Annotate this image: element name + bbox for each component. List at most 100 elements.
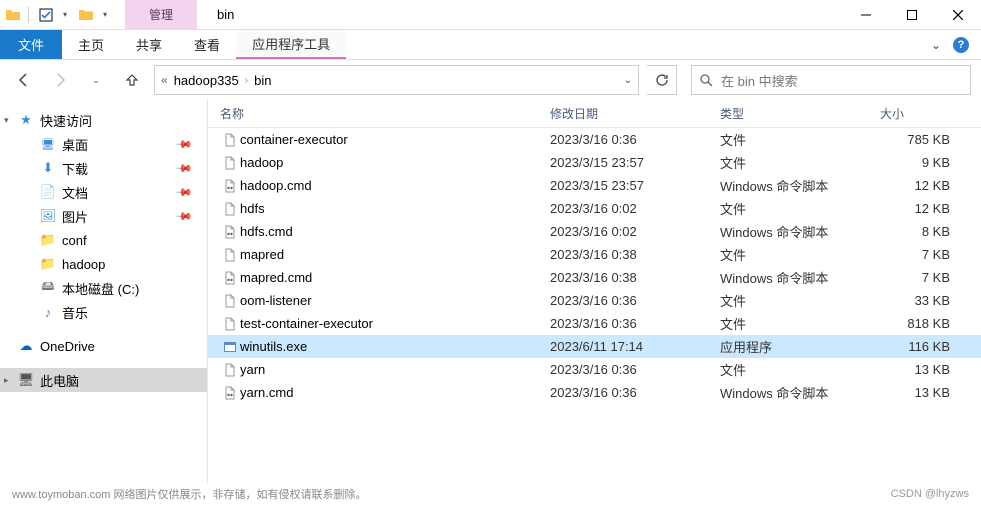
column-type[interactable]: 类型 — [720, 105, 880, 122]
folder-icon[interactable] — [4, 6, 22, 24]
file-date: 2023/3/16 0:02 — [550, 201, 720, 216]
file-row[interactable]: hadoop.cmd2023/3/15 23:57Windows 命令脚本12 … — [208, 174, 981, 197]
file-row[interactable]: winutils.exe2023/6/11 17:14应用程序116 KB — [208, 335, 981, 358]
chevron-right-icon[interactable]: ▸ — [4, 341, 9, 352]
nav-downloads[interactable]: ⬇ 下载 📌 — [0, 156, 207, 180]
file-name: mapred — [240, 247, 550, 262]
nav-label: OneDrive — [40, 339, 95, 354]
file-row[interactable]: oom-listener2023/3/16 0:36文件33 KB — [208, 289, 981, 312]
file-row[interactable]: yarn2023/3/16 0:36文件13 KB — [208, 358, 981, 381]
breadcrumb-separator-icon[interactable]: › — [245, 75, 248, 86]
back-button[interactable] — [10, 66, 38, 94]
nav-this-pc[interactable]: ▸ 🖥 此电脑 — [0, 368, 207, 392]
expand-ribbon-icon[interactable]: ⌄ — [931, 38, 941, 52]
tab-file[interactable]: 文件 — [0, 30, 62, 59]
qat-properties-checkbox[interactable] — [35, 4, 57, 26]
nav-desktop[interactable]: 🖥 桌面 📌 — [0, 132, 207, 156]
search-placeholder: 在 bin 中搜索 — [721, 71, 798, 90]
nav-onedrive[interactable]: ▸ ☁ OneDrive — [0, 334, 207, 358]
tab-share[interactable]: 共享 — [120, 30, 178, 59]
desktop-icon: 🖥 — [40, 136, 56, 152]
file-icon — [220, 156, 240, 170]
file-size: 13 KB — [880, 385, 960, 400]
picture-icon: 🖼 — [40, 208, 56, 224]
breadcrumb-label: hadoop335 — [174, 73, 239, 88]
nav-hadoop[interactable]: 📁 hadoop — [0, 252, 207, 276]
file-icon — [220, 363, 240, 377]
file-size: 7 KB — [880, 270, 960, 285]
breadcrumb-label: bin — [254, 73, 271, 88]
qat-newfolder-checkbox[interactable] — [75, 4, 97, 26]
file-name: mapred.cmd — [240, 270, 550, 285]
file-row[interactable]: container-executor2023/3/16 0:36文件785 KB — [208, 128, 981, 151]
star-icon: ★ — [18, 112, 34, 128]
file-row[interactable]: hdfs.cmd2023/3/16 0:02Windows 命令脚本8 KB — [208, 220, 981, 243]
breadcrumb-bin[interactable]: bin — [254, 73, 271, 88]
forward-button[interactable] — [46, 66, 74, 94]
file-size: 9 KB — [880, 155, 960, 170]
file-type: 文件 — [720, 314, 880, 333]
watermark-text: www.toymoban.com 网络图片仅供展示，非存储，如有侵权请联系删除。 — [12, 486, 366, 502]
close-button[interactable] — [935, 0, 981, 30]
pin-icon: 📌 — [175, 207, 194, 226]
nav-label: hadoop — [62, 257, 105, 272]
pin-icon: 📌 — [175, 183, 194, 202]
file-size: 12 KB — [880, 178, 960, 193]
file-row[interactable]: hdfs2023/3/16 0:02文件12 KB — [208, 197, 981, 220]
file-row[interactable]: test-container-executor2023/3/16 0:36文件8… — [208, 312, 981, 335]
minimize-button[interactable] — [843, 0, 889, 30]
tab-app-tools[interactable]: 应用程序工具 — [236, 30, 346, 59]
nav-conf[interactable]: 📁 conf — [0, 228, 207, 252]
cmd-icon — [220, 271, 240, 285]
folder-icon: 📁 — [40, 256, 56, 272]
address-dropdown-icon[interactable]: ⌄ — [624, 75, 632, 86]
file-type: Windows 命令脚本 — [720, 383, 880, 402]
nav-label: 图片 — [62, 207, 88, 226]
tab-view[interactable]: 查看 — [178, 30, 236, 59]
file-name: oom-listener — [240, 293, 550, 308]
file-row[interactable]: hadoop2023/3/15 23:57文件9 KB — [208, 151, 981, 174]
chevron-left-icon[interactable]: « — [161, 73, 168, 87]
up-button[interactable] — [118, 66, 146, 94]
file-name: hdfs.cmd — [240, 224, 550, 239]
file-date: 2023/3/16 0:02 — [550, 224, 720, 239]
nav-quick-access[interactable]: ▾ ★ 快速访问 — [0, 108, 207, 132]
maximize-button[interactable] — [889, 0, 935, 30]
qat-dropdown-icon[interactable]: ▾ — [59, 8, 71, 22]
file-list: container-executor2023/3/16 0:36文件785 KB… — [208, 128, 981, 483]
column-name[interactable]: 名称 — [220, 105, 550, 122]
pin-icon: 📌 — [175, 135, 194, 154]
column-size[interactable]: 大小 — [880, 105, 960, 122]
file-name: yarn — [240, 362, 550, 377]
nav-local-disk[interactable]: 🖴 本地磁盘 (C:) — [0, 276, 207, 300]
file-row[interactable]: mapred2023/3/16 0:38文件7 KB — [208, 243, 981, 266]
chevron-down-icon[interactable]: ▾ — [4, 115, 9, 126]
file-icon — [220, 202, 240, 216]
nav-label: 桌面 — [62, 135, 88, 154]
column-date[interactable]: 修改日期 — [550, 105, 720, 122]
quick-access-toolbar: ▾ ▾ — [0, 4, 115, 26]
nav-pictures[interactable]: 🖼 图片 📌 — [0, 204, 207, 228]
recent-locations-button[interactable]: ⌄ — [82, 66, 110, 94]
file-row[interactable]: mapred.cmd2023/3/16 0:38Windows 命令脚本7 KB — [208, 266, 981, 289]
file-name: test-container-executor — [240, 316, 550, 331]
file-type: 文件 — [720, 130, 880, 149]
nav-label: 此电脑 — [40, 371, 79, 390]
disk-icon: 🖴 — [40, 280, 56, 296]
ribbon-bar: 文件 主页 共享 查看 应用程序工具 ⌄ ? — [0, 30, 981, 60]
breadcrumb-hadoop335[interactable]: hadoop335 — [174, 73, 239, 88]
file-date: 2023/3/16 0:38 — [550, 270, 720, 285]
address-bar[interactable]: « hadoop335 › bin ⌄ — [154, 65, 639, 95]
chevron-right-icon[interactable]: ▸ — [4, 375, 9, 386]
window-controls — [843, 0, 981, 30]
help-icon[interactable]: ? — [953, 37, 969, 53]
nav-music[interactable]: ♪ 音乐 — [0, 300, 207, 324]
qat-dropdown-icon-2[interactable]: ▾ — [99, 8, 111, 22]
search-box[interactable]: 在 bin 中搜索 — [691, 65, 971, 95]
file-date: 2023/3/16 0:36 — [550, 316, 720, 331]
refresh-button[interactable] — [647, 65, 677, 95]
nav-documents[interactable]: 📄 文档 📌 — [0, 180, 207, 204]
file-row[interactable]: yarn.cmd2023/3/16 0:36Windows 命令脚本13 KB — [208, 381, 981, 404]
credit-text: CSDN @lhyzws — [891, 488, 969, 500]
tab-home[interactable]: 主页 — [62, 30, 120, 59]
